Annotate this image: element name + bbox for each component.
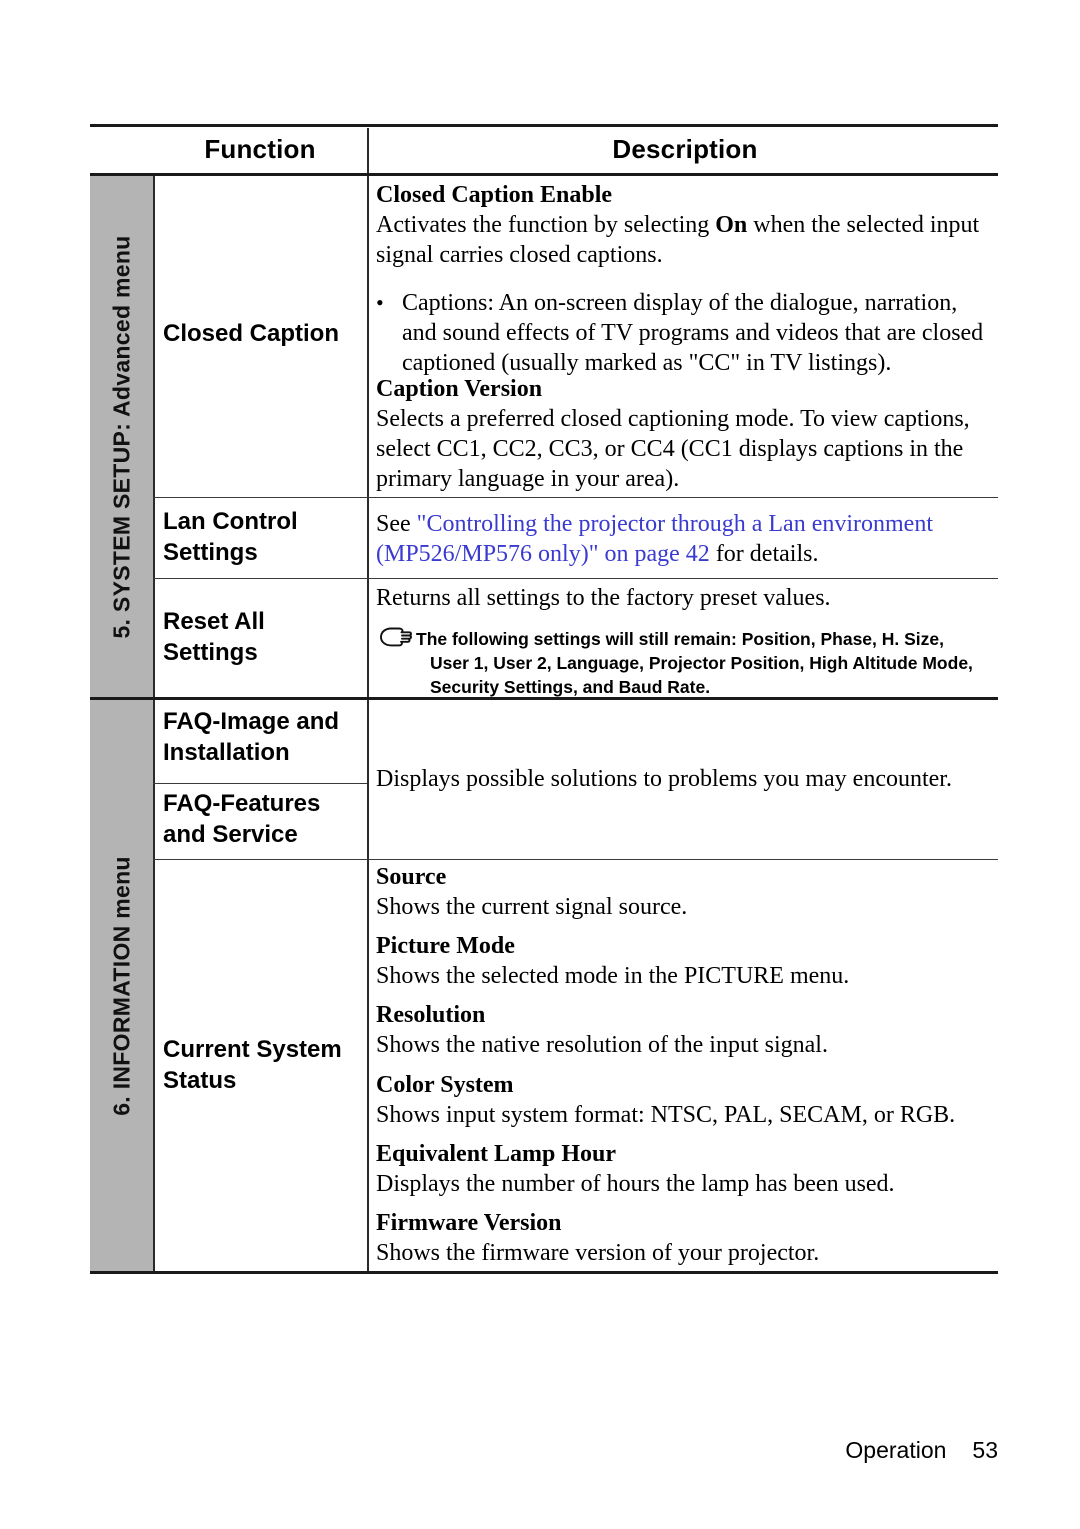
description-reset-all-settings: Returns all settings to the factory pres… [376, 583, 996, 613]
desc-body-picture-mode: Shows the selected mode in the PICTURE m… [376, 963, 850, 989]
desc-subtitle-closed-caption-enable: Closed Caption Enable [376, 182, 613, 208]
table-top-rule [90, 124, 998, 127]
description-caption-version: Caption Version Selects a preferred clos… [376, 374, 996, 494]
function-description-separator [367, 176, 369, 1271]
header-column-separator [367, 128, 369, 173]
desc-body-reset-all: Returns all settings to the factory pres… [376, 585, 831, 611]
desc-body-resolution: Shows the native resolution of the input… [376, 1032, 828, 1058]
desc-subtitle-color-system: Color System [376, 1072, 514, 1098]
description-closed-caption-enable: Closed Caption Enable Activates the func… [376, 180, 996, 378]
description-status-resolution: Resolution Shows the native resolution o… [376, 1000, 996, 1060]
description-status-equivalent-lamp-hour: Equivalent Lamp Hour Displays the number… [376, 1139, 996, 1199]
function-label-faq-image-installation: FAQ-Image and Installation [163, 708, 340, 766]
lan-control-reference-sentence: See "Controlling the projector through a… [376, 511, 933, 567]
note-reset-all-settings: The following settings will still remain… [378, 627, 994, 699]
desc-bullet-captions: • Captions: An on-screen display of the … [376, 288, 996, 378]
function-label-faq-features-service: FAQ-Features and Service [163, 790, 321, 848]
value-on: On [715, 212, 748, 238]
note-line-3: Security Settings, and Baud Rate. [430, 677, 711, 697]
manual-page: Function Description 5. SYSTEM SETUP: Ad… [0, 0, 1080, 1529]
description-faq-shared: Displays possible solutions to problems … [376, 764, 996, 794]
section-divider-rule [90, 697, 998, 700]
page-footer: Operation 53 [0, 1437, 998, 1464]
description-lan-control-settings: See "Controlling the projector through a… [376, 509, 996, 569]
value-picture-menu: PICTURE [683, 963, 784, 989]
description-status-color-system: Color System Shows input system format: … [376, 1070, 996, 1130]
column-header-function: Function [204, 134, 316, 164]
description-status-firmware-version: Firmware Version Shows the firmware vers… [376, 1208, 996, 1268]
section-tab-system-setup-label: 5. SYSTEM SETUP: Advanced menu [108, 234, 134, 639]
row-rule-current-system-status [153, 859, 998, 860]
footer-chapter: Operation [845, 1437, 947, 1463]
row-rule-reset-all [153, 578, 998, 579]
function-label-reset-all-settings: Reset All Settings [163, 608, 265, 666]
desc-body-equivalent-lamp-hour: Displays the number of hours the lamp ha… [376, 1171, 895, 1197]
section-tab-system-setup: 5. SYSTEM SETUP: Advanced menu [90, 176, 153, 697]
column-header-description: Description [612, 134, 758, 164]
desc-subtitle-firmware-version: Firmware Version [376, 1210, 562, 1236]
note-text-reset-all: The following settings will still remain… [416, 627, 994, 699]
cross-reference-link[interactable]: "Controlling the projector through a Lan… [376, 511, 933, 567]
section-tab-information-label: 6. INFORMATION menu [108, 855, 134, 1116]
section-tab-information: 6. INFORMATION menu [90, 700, 153, 1271]
desc-subtitle-source: Source [376, 864, 447, 890]
desc-body-firmware-version: Shows the firmware version of your proje… [376, 1240, 820, 1266]
desc-body-color-system: Shows input system format: NTSC, PAL, SE… [376, 1102, 956, 1128]
desc-body-closed-caption-enable: Activates the function by selecting On w… [376, 212, 980, 268]
note-line-2: User 1, User 2, Language, Projector Posi… [430, 653, 973, 673]
table-bottom-rule [90, 1271, 998, 1274]
note-line-1: The following settings will still remain… [416, 629, 944, 649]
desc-body-caption-version: Selects a preferred closed captioning mo… [376, 406, 970, 492]
row-rule-lan-control [153, 497, 998, 498]
desc-subtitle-equivalent-lamp-hour: Equivalent Lamp Hour [376, 1141, 617, 1167]
bullet-dot-icon: • [376, 290, 384, 315]
desc-body-source: Shows the current signal source. [376, 894, 688, 920]
tab-column-separator [153, 176, 155, 1271]
description-status-source: Source Shows the current signal source. [376, 862, 996, 922]
row-rule-faq-split [153, 783, 367, 784]
pointing-hand-icon [378, 626, 414, 654]
table-header-bottom-rule [90, 173, 998, 176]
footer-page-number: 53 [972, 1437, 998, 1463]
function-label-current-system-status: Current System Status [163, 1036, 342, 1094]
function-label-closed-caption: Closed Caption [163, 320, 340, 347]
desc-body-faq-shared: Displays possible solutions to problems … [376, 766, 952, 792]
description-status-picture-mode: Picture Mode Shows the selected mode in … [376, 931, 996, 991]
bullet-text-captions: Captions: An on-screen display of the di… [402, 290, 984, 376]
function-label-lan-control-settings: Lan Control Settings [163, 508, 298, 566]
desc-subtitle-caption-version: Caption Version [376, 376, 543, 402]
desc-subtitle-resolution: Resolution [376, 1002, 486, 1028]
desc-subtitle-picture-mode: Picture Mode [376, 933, 515, 959]
